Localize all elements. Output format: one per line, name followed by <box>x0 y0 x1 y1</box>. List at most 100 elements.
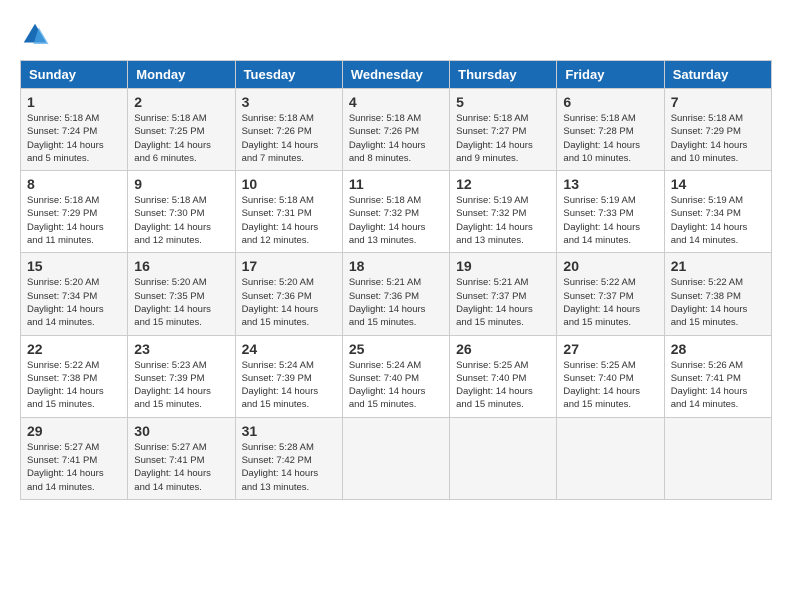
day-info: Sunrise: 5:18 AM Sunset: 7:25 PM Dayligh… <box>134 112 228 165</box>
calendar-cell: 6 Sunrise: 5:18 AM Sunset: 7:28 PM Dayli… <box>557 89 664 171</box>
calendar-week-4: 22 Sunrise: 5:22 AM Sunset: 7:38 PM Dayl… <box>21 335 772 417</box>
page-header <box>20 20 772 50</box>
day-number: 10 <box>242 176 336 192</box>
calendar-cell: 23 Sunrise: 5:23 AM Sunset: 7:39 PM Dayl… <box>128 335 235 417</box>
calendar-cell: 15 Sunrise: 5:20 AM Sunset: 7:34 PM Dayl… <box>21 253 128 335</box>
day-info: Sunrise: 5:25 AM Sunset: 7:40 PM Dayligh… <box>456 359 550 412</box>
day-info: Sunrise: 5:24 AM Sunset: 7:39 PM Dayligh… <box>242 359 336 412</box>
calendar-cell: 3 Sunrise: 5:18 AM Sunset: 7:26 PM Dayli… <box>235 89 342 171</box>
calendar-cell: 26 Sunrise: 5:25 AM Sunset: 7:40 PM Dayl… <box>450 335 557 417</box>
day-number: 12 <box>456 176 550 192</box>
calendar-cell: 9 Sunrise: 5:18 AM Sunset: 7:30 PM Dayli… <box>128 171 235 253</box>
day-header-wednesday: Wednesday <box>342 61 449 89</box>
day-number: 4 <box>349 94 443 110</box>
day-info: Sunrise: 5:21 AM Sunset: 7:37 PM Dayligh… <box>456 276 550 329</box>
calendar-header-row: SundayMondayTuesdayWednesdayThursdayFrid… <box>21 61 772 89</box>
day-info: Sunrise: 5:21 AM Sunset: 7:36 PM Dayligh… <box>349 276 443 329</box>
day-number: 13 <box>563 176 657 192</box>
day-info: Sunrise: 5:26 AM Sunset: 7:41 PM Dayligh… <box>671 359 765 412</box>
day-number: 11 <box>349 176 443 192</box>
calendar-cell: 4 Sunrise: 5:18 AM Sunset: 7:26 PM Dayli… <box>342 89 449 171</box>
day-number: 8 <box>27 176 121 192</box>
calendar-cell: 7 Sunrise: 5:18 AM Sunset: 7:29 PM Dayli… <box>664 89 771 171</box>
day-info: Sunrise: 5:18 AM Sunset: 7:32 PM Dayligh… <box>349 194 443 247</box>
day-info: Sunrise: 5:22 AM Sunset: 7:38 PM Dayligh… <box>671 276 765 329</box>
day-number: 26 <box>456 341 550 357</box>
day-header-saturday: Saturday <box>664 61 771 89</box>
day-info: Sunrise: 5:18 AM Sunset: 7:29 PM Dayligh… <box>27 194 121 247</box>
day-number: 14 <box>671 176 765 192</box>
calendar-cell <box>664 417 771 499</box>
calendar-cell: 20 Sunrise: 5:22 AM Sunset: 7:37 PM Dayl… <box>557 253 664 335</box>
day-info: Sunrise: 5:18 AM Sunset: 7:29 PM Dayligh… <box>671 112 765 165</box>
calendar-cell: 14 Sunrise: 5:19 AM Sunset: 7:34 PM Dayl… <box>664 171 771 253</box>
day-number: 24 <box>242 341 336 357</box>
calendar-cell: 24 Sunrise: 5:24 AM Sunset: 7:39 PM Dayl… <box>235 335 342 417</box>
day-number: 1 <box>27 94 121 110</box>
calendar-cell: 25 Sunrise: 5:24 AM Sunset: 7:40 PM Dayl… <box>342 335 449 417</box>
day-info: Sunrise: 5:25 AM Sunset: 7:40 PM Dayligh… <box>563 359 657 412</box>
day-number: 3 <box>242 94 336 110</box>
day-info: Sunrise: 5:24 AM Sunset: 7:40 PM Dayligh… <box>349 359 443 412</box>
day-info: Sunrise: 5:19 AM Sunset: 7:33 PM Dayligh… <box>563 194 657 247</box>
day-number: 25 <box>349 341 443 357</box>
day-header-thursday: Thursday <box>450 61 557 89</box>
day-info: Sunrise: 5:18 AM Sunset: 7:28 PM Dayligh… <box>563 112 657 165</box>
calendar-cell: 18 Sunrise: 5:21 AM Sunset: 7:36 PM Dayl… <box>342 253 449 335</box>
day-info: Sunrise: 5:20 AM Sunset: 7:35 PM Dayligh… <box>134 276 228 329</box>
calendar-cell: 5 Sunrise: 5:18 AM Sunset: 7:27 PM Dayli… <box>450 89 557 171</box>
day-info: Sunrise: 5:19 AM Sunset: 7:32 PM Dayligh… <box>456 194 550 247</box>
day-number: 21 <box>671 258 765 274</box>
day-number: 18 <box>349 258 443 274</box>
day-info: Sunrise: 5:18 AM Sunset: 7:31 PM Dayligh… <box>242 194 336 247</box>
logo <box>20 20 54 50</box>
calendar-cell <box>342 417 449 499</box>
day-info: Sunrise: 5:18 AM Sunset: 7:24 PM Dayligh… <box>27 112 121 165</box>
calendar-cell: 28 Sunrise: 5:26 AM Sunset: 7:41 PM Dayl… <box>664 335 771 417</box>
day-info: Sunrise: 5:28 AM Sunset: 7:42 PM Dayligh… <box>242 441 336 494</box>
day-number: 2 <box>134 94 228 110</box>
day-header-tuesday: Tuesday <box>235 61 342 89</box>
day-info: Sunrise: 5:20 AM Sunset: 7:34 PM Dayligh… <box>27 276 121 329</box>
calendar-week-3: 15 Sunrise: 5:20 AM Sunset: 7:34 PM Dayl… <box>21 253 772 335</box>
calendar-week-1: 1 Sunrise: 5:18 AM Sunset: 7:24 PM Dayli… <box>21 89 772 171</box>
day-header-friday: Friday <box>557 61 664 89</box>
calendar-cell: 19 Sunrise: 5:21 AM Sunset: 7:37 PM Dayl… <box>450 253 557 335</box>
calendar-cell: 31 Sunrise: 5:28 AM Sunset: 7:42 PM Dayl… <box>235 417 342 499</box>
day-number: 6 <box>563 94 657 110</box>
calendar-week-2: 8 Sunrise: 5:18 AM Sunset: 7:29 PM Dayli… <box>21 171 772 253</box>
day-info: Sunrise: 5:23 AM Sunset: 7:39 PM Dayligh… <box>134 359 228 412</box>
day-number: 19 <box>456 258 550 274</box>
calendar-cell: 27 Sunrise: 5:25 AM Sunset: 7:40 PM Dayl… <box>557 335 664 417</box>
calendar-cell: 29 Sunrise: 5:27 AM Sunset: 7:41 PM Dayl… <box>21 417 128 499</box>
calendar-week-5: 29 Sunrise: 5:27 AM Sunset: 7:41 PM Dayl… <box>21 417 772 499</box>
calendar-cell: 12 Sunrise: 5:19 AM Sunset: 7:32 PM Dayl… <box>450 171 557 253</box>
calendar-cell: 30 Sunrise: 5:27 AM Sunset: 7:41 PM Dayl… <box>128 417 235 499</box>
day-number: 30 <box>134 423 228 439</box>
day-number: 31 <box>242 423 336 439</box>
day-number: 15 <box>27 258 121 274</box>
day-number: 5 <box>456 94 550 110</box>
calendar: SundayMondayTuesdayWednesdayThursdayFrid… <box>20 60 772 500</box>
day-info: Sunrise: 5:27 AM Sunset: 7:41 PM Dayligh… <box>27 441 121 494</box>
day-header-monday: Monday <box>128 61 235 89</box>
calendar-cell: 1 Sunrise: 5:18 AM Sunset: 7:24 PM Dayli… <box>21 89 128 171</box>
calendar-cell: 8 Sunrise: 5:18 AM Sunset: 7:29 PM Dayli… <box>21 171 128 253</box>
day-number: 7 <box>671 94 765 110</box>
calendar-cell: 16 Sunrise: 5:20 AM Sunset: 7:35 PM Dayl… <box>128 253 235 335</box>
calendar-cell: 2 Sunrise: 5:18 AM Sunset: 7:25 PM Dayli… <box>128 89 235 171</box>
calendar-cell: 10 Sunrise: 5:18 AM Sunset: 7:31 PM Dayl… <box>235 171 342 253</box>
calendar-cell: 11 Sunrise: 5:18 AM Sunset: 7:32 PM Dayl… <box>342 171 449 253</box>
calendar-cell <box>557 417 664 499</box>
calendar-cell <box>450 417 557 499</box>
day-number: 16 <box>134 258 228 274</box>
day-info: Sunrise: 5:18 AM Sunset: 7:30 PM Dayligh… <box>134 194 228 247</box>
calendar-cell: 13 Sunrise: 5:19 AM Sunset: 7:33 PM Dayl… <box>557 171 664 253</box>
calendar-cell: 22 Sunrise: 5:22 AM Sunset: 7:38 PM Dayl… <box>21 335 128 417</box>
day-info: Sunrise: 5:18 AM Sunset: 7:26 PM Dayligh… <box>349 112 443 165</box>
day-number: 27 <box>563 341 657 357</box>
day-info: Sunrise: 5:20 AM Sunset: 7:36 PM Dayligh… <box>242 276 336 329</box>
calendar-cell: 21 Sunrise: 5:22 AM Sunset: 7:38 PM Dayl… <box>664 253 771 335</box>
day-number: 20 <box>563 258 657 274</box>
day-number: 29 <box>27 423 121 439</box>
